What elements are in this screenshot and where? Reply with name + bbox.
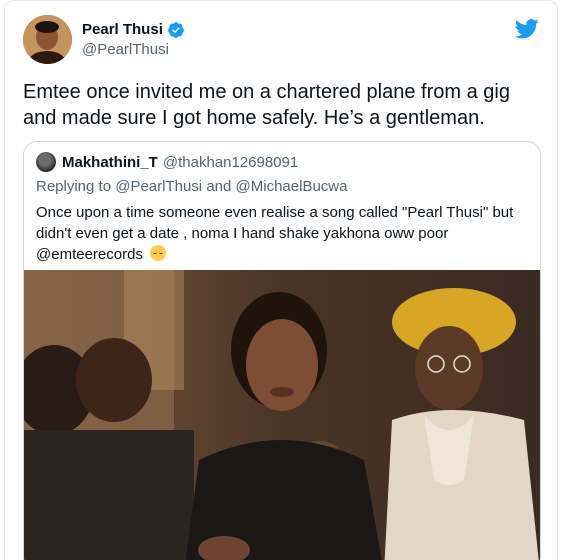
photo-image	[24, 270, 540, 560]
quoted-author-display-name[interactable]: Makhathini_T	[62, 154, 158, 171]
tweet-text: Emtee once invited me on a chartered pla…	[23, 81, 510, 129]
quoted-author-handle[interactable]: @thakhan12698091	[163, 154, 298, 171]
quoted-tweet-photo[interactable]	[24, 270, 540, 560]
twitter-bird-icon[interactable]	[515, 19, 539, 39]
replying-to-line: Replying to @PearlThusi and @MichaelBucw…	[36, 178, 347, 195]
replying-to-label: Replying to	[36, 178, 112, 195]
replying-to-mention-1[interactable]: @PearlThusi	[115, 178, 202, 195]
author-display-name[interactable]: Pearl Thusi	[82, 20, 163, 40]
author-handle[interactable]: @PearlThusi	[82, 40, 185, 60]
quoted-author-avatar[interactable]	[36, 152, 56, 172]
quoted-tweet[interactable]: Makhathini_T @thakhan12698091 Replying t…	[23, 141, 541, 560]
quoted-tweet-mention[interactable]: @emteerecords	[36, 246, 143, 263]
replying-to-mention-2[interactable]: @MichaelBucwa	[236, 178, 348, 195]
tweet-author-header[interactable]: Pearl Thusi @PearlThusi	[23, 15, 185, 64]
quoted-tweet-body: Once upon a time someone even realise a …	[36, 204, 514, 242]
quoted-tweet-header[interactable]: Makhathini_T @thakhan12698091	[36, 152, 298, 172]
author-avatar-image	[23, 15, 72, 64]
tweet-card: Pearl Thusi @PearlThusi Emtee once invit…	[4, 0, 558, 560]
replying-to-and: and	[206, 178, 232, 195]
quoted-tweet-text: Once upon a time someone even realise a …	[36, 202, 526, 265]
verified-badge-icon	[167, 21, 184, 38]
relieved-face-emoji-icon	[150, 245, 167, 261]
author-avatar[interactable]	[23, 15, 72, 64]
